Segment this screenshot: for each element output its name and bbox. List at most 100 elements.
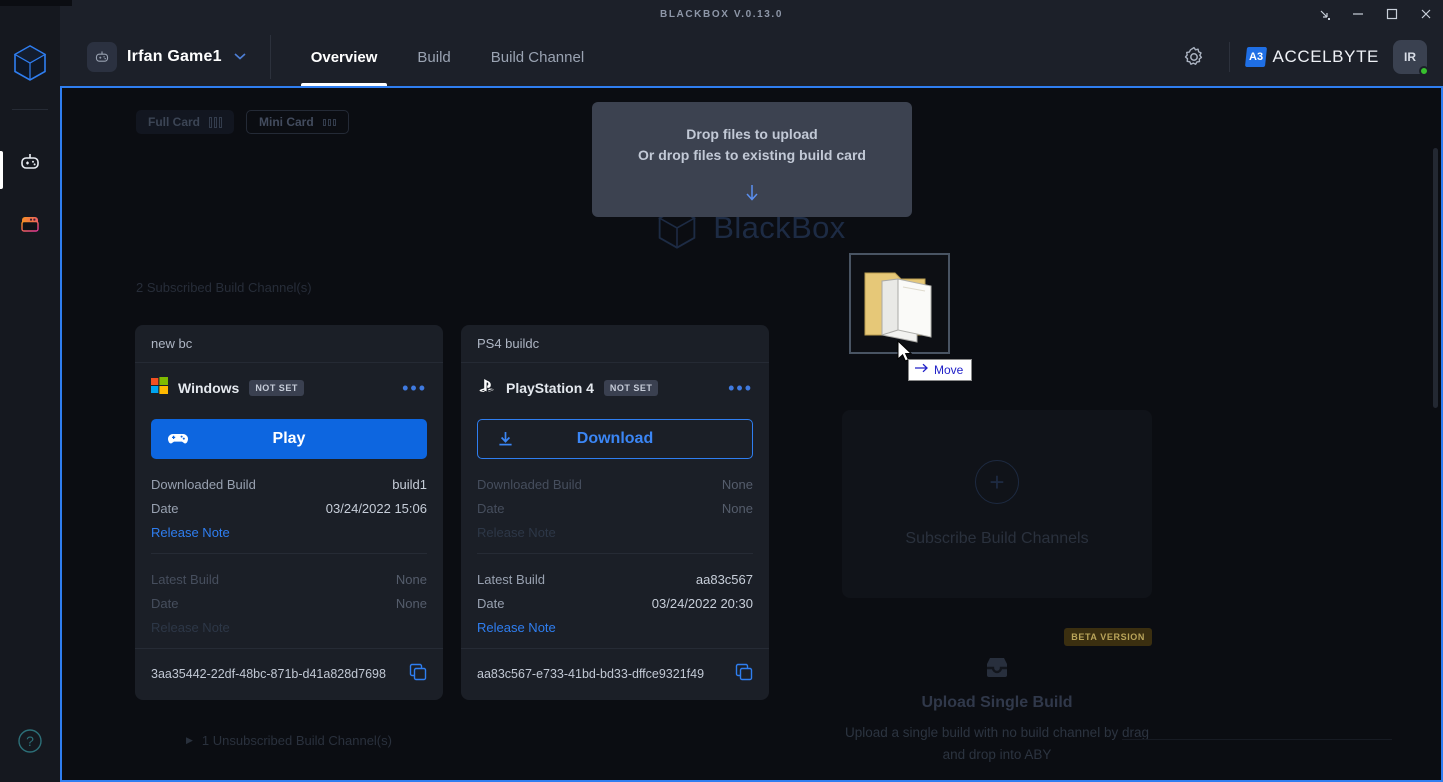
window-controls: [1307, 0, 1443, 28]
card-menu-icon[interactable]: •••: [728, 379, 753, 397]
downloaded-date-label: Date: [151, 501, 179, 516]
tab-build-channel[interactable]: Build Channel: [473, 28, 602, 86]
card-platform-name: Windows: [178, 380, 240, 396]
accelbyte-wordmark: ACCELBYTE: [1272, 47, 1379, 66]
card-meta: Downloaded Build None Date None Release No…: [461, 459, 769, 648]
minimize-icon[interactable]: [1341, 0, 1375, 28]
play-button[interactable]: Play: [151, 419, 427, 459]
drag-move-tooltip-label: Move: [934, 362, 964, 377]
upload-single-build-title: Upload Single Build: [921, 694, 1073, 711]
main-tabs: Overview Build Build Channel: [293, 28, 602, 86]
latest-date-label: Date: [151, 596, 179, 611]
vertical-scrollbar[interactable]: [1433, 148, 1438, 408]
card-platform-row: Windows NOT SET •••: [135, 363, 443, 413]
app-header: Irfan Game1 Overview Build Build Channel…: [60, 28, 1443, 86]
game-name: Irfan Game1: [127, 48, 222, 65]
latest-build-value: aa83c567: [695, 572, 753, 587]
card-action-wrap: Play: [135, 413, 443, 459]
download-icon: [496, 430, 515, 449]
dropzone-line-2: Or drop files to existing build card: [638, 147, 866, 163]
card-platform-name: PlayStation 4: [506, 380, 594, 396]
inbox-icon: [842, 656, 1152, 680]
downloaded-build-value: build1: [392, 477, 427, 492]
unsubscribed-channels-row[interactable]: ▶ 1 Unsubscribed Build Channel(s): [186, 733, 392, 748]
window-titlebar: BLACKBOX V.0.13.0: [0, 0, 1443, 28]
full-card-toggle[interactable]: Full Card: [136, 110, 235, 134]
restore-down-icon[interactable]: [1307, 0, 1341, 28]
full-card-icon: [209, 116, 223, 128]
windows-icon: [151, 377, 168, 399]
plus-icon[interactable]: +: [975, 460, 1019, 504]
drag-move-tooltip: Move: [908, 359, 973, 381]
card-menu-icon[interactable]: •••: [402, 379, 427, 397]
latest-release-note-link[interactable]: Release Note: [477, 616, 556, 640]
header-right: A3 ACCELBYTE IR: [1175, 38, 1443, 76]
tab-build[interactable]: Build: [399, 28, 468, 86]
tab-overview[interactable]: Overview: [293, 28, 396, 86]
avatar[interactable]: IR: [1393, 40, 1429, 76]
mini-card-label: Mini Card: [259, 115, 314, 129]
online-status-dot: [1419, 66, 1429, 76]
maximize-icon[interactable]: [1375, 0, 1409, 28]
card-mode-toggle: Full Card Mini Card: [136, 110, 349, 134]
subscribe-build-channels-panel[interactable]: + Subscribe Build Channels: [842, 410, 1152, 598]
playstation-icon: [477, 378, 496, 399]
main-content-dropzone[interactable]: BlackBox Full Card Mini Card Drop files …: [60, 86, 1443, 782]
accelbyte-mark: A3: [1244, 47, 1267, 67]
download-button[interactable]: Download: [477, 419, 753, 459]
beta-badge: BETA VERSION: [1064, 628, 1152, 646]
blackbox-cube-logo: [13, 44, 47, 87]
rail-divider: [12, 109, 48, 110]
full-card-label: Full Card: [148, 115, 201, 129]
build-channel-card: PS4 buildc PlayStation 4 NOT SET ••• Dow…: [461, 325, 769, 700]
downloaded-build-value: None: [721, 477, 753, 492]
gamepad-icon: [87, 42, 117, 72]
latest-date-value: 03/24/2022 20:30: [651, 596, 753, 611]
card-id-row: 3aa35442-22df-48bc-871b-d41a828d7698: [135, 649, 443, 700]
header-divider-2: [1228, 42, 1230, 72]
build-channel-cards: new bc Windows NOT SET ••• Play Download…: [135, 325, 769, 700]
play-button-label: Play: [272, 430, 306, 447]
game-selector[interactable]: Irfan Game1: [87, 42, 246, 72]
header-divider: [269, 35, 271, 79]
help-circle-icon[interactable]: ?: [16, 727, 44, 760]
arrow-down-icon: [745, 184, 759, 207]
folder-drag-image: [849, 253, 950, 354]
gear-icon[interactable]: [1175, 38, 1213, 76]
card-id-row: aa83c567-e733-41bd-bd33-dffce9321f49: [461, 649, 769, 700]
unsubscribed-channels-label: 1 Unsubscribed Build Channel(s): [201, 733, 392, 748]
download-button-label: Download: [576, 430, 654, 447]
arrow-right-icon: [914, 362, 929, 377]
unsubscribed-divider: [1122, 739, 1392, 740]
gamepad-icon: [167, 431, 189, 447]
avatar-initials: IR: [1404, 50, 1416, 64]
card-id-value: aa83c567-e733-41bd-bd33-dffce9321f49: [477, 666, 705, 681]
upload-single-build-panel[interactable]: BETA VERSION Upload Single Build Upload …: [842, 618, 1152, 766]
close-icon[interactable]: [1409, 0, 1443, 28]
window-title: BLACKBOX V.0.13.0: [660, 8, 783, 20]
downloaded-build-label: Downloaded Build: [151, 477, 256, 492]
latest-date-label: Date: [477, 596, 505, 611]
copy-icon[interactable]: [735, 663, 753, 684]
subscribe-panel-label: Subscribe Build Channels: [905, 530, 1089, 547]
downloaded-release-note-link[interactable]: Release Note: [151, 521, 230, 545]
downloaded-build-label: Downloaded Build: [477, 477, 582, 492]
rail-item-launcher[interactable]: [10, 204, 50, 244]
accelbyte-logo: A3 ACCELBYTE: [1244, 47, 1380, 67]
latest-build-label: Latest Build: [151, 572, 219, 587]
upload-dropzone[interactable]: Drop files to upload Or drop files to ex…: [592, 102, 912, 217]
rail-active-indicator: [0, 151, 3, 189]
downloaded-release-note-link: Release Note: [477, 525, 556, 540]
chevron-right-icon: ▶: [186, 735, 193, 745]
downloaded-date-label: Date: [477, 501, 505, 516]
card-meta: Downloaded Build build1 Date 03/24/2022 15…: [135, 459, 443, 648]
chevron-down-icon[interactable]: [234, 52, 246, 63]
dropzone-line-1: Drop files to upload: [686, 126, 818, 142]
card-channel-name: PS4 buildc: [461, 325, 769, 363]
status-badge: NOT SET: [249, 380, 304, 396]
mini-card-toggle[interactable]: Mini Card: [246, 110, 349, 134]
card-channel-name: new bc: [135, 325, 443, 363]
rail-item-games[interactable]: [10, 142, 50, 182]
latest-date-value: None: [395, 596, 427, 611]
copy-icon[interactable]: [409, 663, 427, 684]
